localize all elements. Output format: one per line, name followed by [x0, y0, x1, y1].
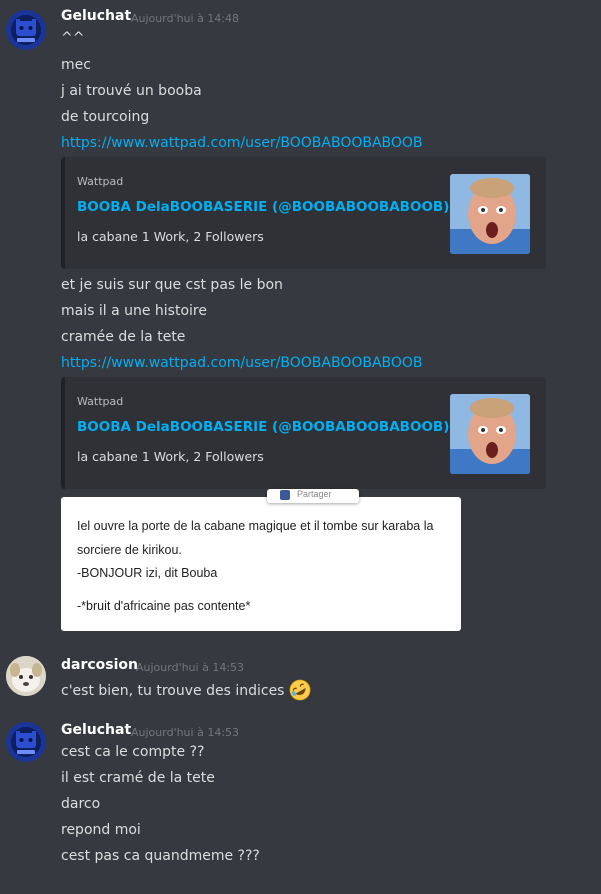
user-avatar-icon	[6, 656, 46, 696]
user-avatar-icon	[6, 10, 46, 50]
message-timestamp: Aujourd'hui à 14:53	[131, 726, 240, 739]
embed-title[interactable]: BOOBA DelaBOOBASERIE (@BOOBABOOBABOOB)	[77, 199, 449, 215]
username[interactable]: Geluchat	[61, 722, 131, 738]
attachment-text-line: -BONJOUR izi, dit Bouba	[77, 566, 218, 580]
link-embed: Wattpad BOOBA DelaBOOBASERIE (@BOOBABOOB…	[61, 157, 546, 269]
message-text: c'est bien, tu trouve des indices	[61, 683, 285, 699]
attachment-text-line: -*bruit d'africaine pas contente*	[77, 599, 251, 613]
message-link[interactable]: https://www.wattpad.com/user/BOOBABOOBAB…	[61, 355, 423, 371]
message-link[interactable]: https://www.wattpad.com/user/BOOBABOOBAB…	[61, 135, 423, 151]
embed-description: la cabane 1 Work, 2 Followers	[77, 229, 264, 244]
user-avatar-darcosion[interactable]	[6, 656, 46, 696]
username[interactable]: darcosion	[61, 657, 138, 673]
user-avatar-icon	[6, 722, 46, 762]
embed-thumbnail[interactable]	[450, 394, 530, 474]
message-line: de tourcoing	[61, 109, 150, 125]
embed-provider[interactable]: Wattpad	[77, 395, 123, 408]
message-line: darco	[61, 796, 101, 812]
share-tooltip: Partager	[267, 489, 359, 503]
embed-provider[interactable]: Wattpad	[77, 175, 123, 188]
message-line: cest pas ca quandmeme ???	[61, 848, 260, 864]
facebook-icon	[280, 490, 290, 500]
message-timestamp: Aujourd'hui à 14:53	[136, 661, 245, 674]
message-line: et je suis sur que cst pas le bon	[61, 277, 283, 293]
message-line: ^^	[61, 30, 85, 46]
message-line: cramée de la tete	[61, 329, 186, 345]
face-photo-icon	[450, 174, 530, 254]
user-avatar-geluchat[interactable]	[6, 10, 46, 50]
message-line: c'est bien, tu trouve des indices	[61, 679, 311, 701]
message-line: j ai trouvé un booba	[61, 83, 202, 99]
message-line: repond moi	[61, 822, 141, 838]
embed-title[interactable]: BOOBA DelaBOOBASERIE (@BOOBABOOBABOOB)	[77, 419, 449, 435]
rofl-emoji-icon	[289, 679, 311, 701]
username[interactable]: Geluchat	[61, 8, 131, 24]
link-embed: Wattpad BOOBA DelaBOOBASERIE (@BOOBABOOB…	[61, 377, 546, 489]
message-line: mais il a une histoire	[61, 303, 207, 319]
image-attachment[interactable]: Partager Iel ouvre la porte de la cabane…	[61, 489, 461, 631]
message-line: cest ca le compte ??	[61, 744, 205, 760]
embed-accent-bar	[61, 377, 65, 489]
user-avatar-geluchat[interactable]	[6, 722, 46, 762]
face-photo-icon	[450, 394, 530, 474]
embed-thumbnail[interactable]	[450, 174, 530, 254]
attachment-text-line: sorciere de kirikou.	[77, 543, 182, 557]
embed-accent-bar	[61, 157, 65, 269]
attachment-text-line: Iel ouvre la porte de la cabane magique …	[77, 519, 434, 533]
embed-description: la cabane 1 Work, 2 Followers	[77, 449, 264, 464]
share-label: Partager	[297, 489, 332, 499]
message-timestamp: Aujourd'hui à 14:48	[131, 12, 240, 25]
message-line: mec	[61, 57, 91, 73]
message-line: il est cramé de la tete	[61, 770, 215, 786]
